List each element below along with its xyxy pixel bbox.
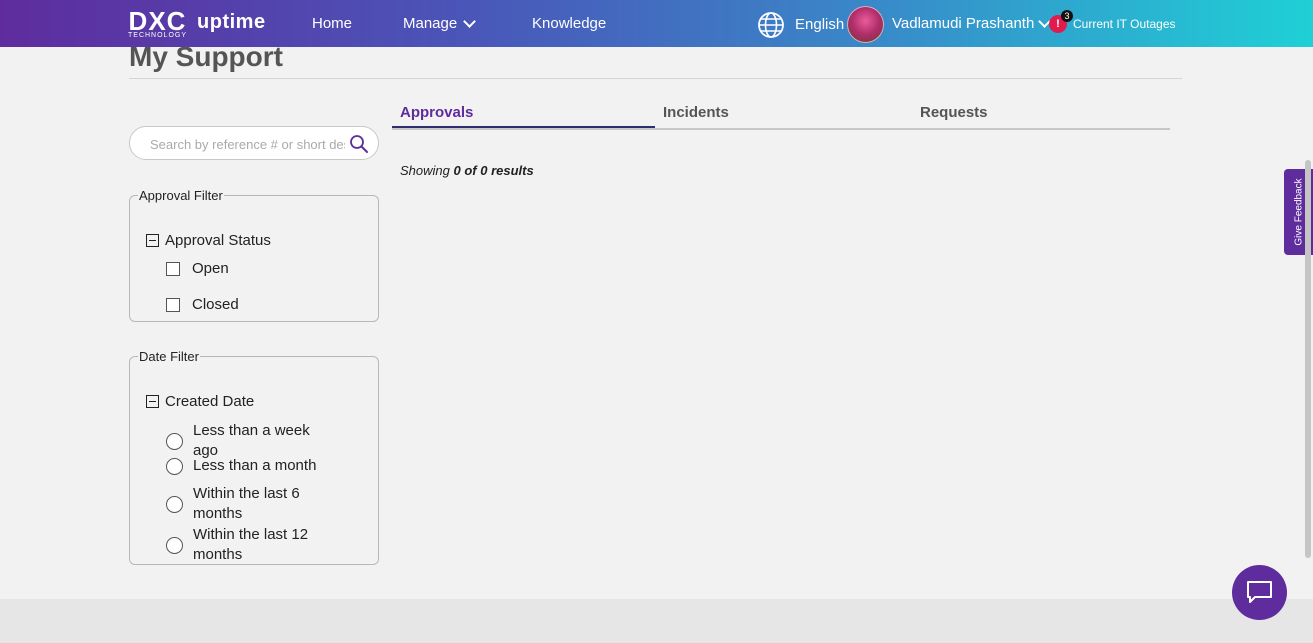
- dxc-logo-mark: DXC: [128, 6, 187, 36]
- dxc-logo: DXC TECHNOLOGY: [128, 6, 188, 40]
- dxc-logo-subtitle: TECHNOLOGY: [128, 32, 188, 39]
- support-tabs: Approvals Incidents Requests: [392, 98, 1170, 130]
- date-filter: Date Filter Created Date Less than a wee…: [129, 349, 379, 565]
- filter-option-open[interactable]: Open: [166, 260, 229, 277]
- chat-bubble-icon: [1247, 581, 1272, 603]
- approval-status-label: Approval Status: [165, 232, 271, 249]
- results-count: 0 of 0 results: [453, 163, 534, 178]
- page-title: My Support: [129, 41, 283, 72]
- results-summary: Showing 0 of 0 results: [400, 163, 534, 178]
- vertical-scrollbar[interactable]: [1305, 160, 1311, 558]
- language-selector[interactable]: English: [795, 16, 844, 33]
- results-prefix: Showing: [400, 163, 450, 178]
- tab-requests[interactable]: Requests: [920, 104, 988, 121]
- nav-manage-label: Manage: [403, 15, 458, 32]
- option-label-week: Less than a week ago: [193, 422, 310, 459]
- created-date-group-toggle[interactable]: Created Date: [146, 393, 254, 410]
- date-option-month[interactable]: Less than a month: [166, 456, 333, 476]
- page-footer: [0, 599, 1313, 643]
- user-menu[interactable]: Vadlamudi Prashanth: [892, 15, 1052, 32]
- dxc-uptime-logo[interactable]: DXC TECHNOLOGY uptime: [128, 6, 266, 40]
- user-name: Vadlamudi Prashanth: [892, 15, 1035, 32]
- current-it-outages-link[interactable]: Current IT Outages: [1073, 17, 1176, 31]
- top-navigation-bar: DXC TECHNOLOGY uptime Home Manage Knowle…: [0, 0, 1313, 47]
- collapse-icon: [146, 234, 159, 247]
- filter-option-closed[interactable]: Closed: [166, 296, 239, 313]
- tab-approvals[interactable]: Approvals: [400, 104, 473, 121]
- collapse-icon: [146, 395, 159, 408]
- created-date-label: Created Date: [165, 393, 255, 410]
- search-box: [129, 126, 379, 160]
- date-filter-legend: Date Filter: [139, 349, 199, 364]
- nav-home[interactable]: Home: [312, 15, 352, 32]
- option-label-closed: Closed: [192, 296, 239, 313]
- radio-week[interactable]: [166, 432, 183, 450]
- chat-button[interactable]: [1232, 565, 1287, 620]
- uptime-logo-text: uptime: [197, 11, 266, 33]
- nav-manage[interactable]: Manage: [403, 15, 477, 32]
- checkbox-open[interactable]: [166, 261, 180, 276]
- active-tab-indicator: [392, 126, 655, 128]
- approval-filter-legend: Approval Filter: [139, 188, 223, 203]
- search-input[interactable]: [148, 134, 347, 154]
- checkbox-closed[interactable]: [166, 297, 180, 312]
- tab-incidents[interactable]: Incidents: [663, 104, 729, 121]
- radio-6-months[interactable]: [166, 495, 183, 513]
- radio-12-months[interactable]: [166, 536, 183, 554]
- option-label-12-months: Within the last 12 months: [193, 526, 309, 563]
- date-option-6-months[interactable]: Within the last 6 months: [166, 484, 333, 524]
- nav-knowledge[interactable]: Knowledge: [532, 15, 606, 32]
- radio-month[interactable]: [166, 457, 183, 475]
- chevron-down-icon: [463, 15, 477, 28]
- date-option-week[interactable]: Less than a week ago: [166, 421, 333, 461]
- option-label-open: Open: [192, 260, 229, 277]
- globe-icon[interactable]: [757, 11, 785, 39]
- search-icon[interactable]: [349, 134, 369, 154]
- title-divider: [129, 78, 1182, 79]
- give-feedback-label: Give Feedback: [1293, 178, 1304, 246]
- option-label-month: Less than a month: [193, 457, 317, 474]
- approval-filter: Approval Filter Approval Status Open Clo…: [129, 188, 379, 322]
- avatar[interactable]: [847, 6, 884, 43]
- outage-count-badge: 3: [1061, 10, 1073, 22]
- date-option-12-months[interactable]: Within the last 12 months: [166, 525, 333, 565]
- option-label-6-months: Within the last 6 months: [193, 485, 300, 522]
- approval-status-group-toggle[interactable]: Approval Status: [146, 232, 271, 249]
